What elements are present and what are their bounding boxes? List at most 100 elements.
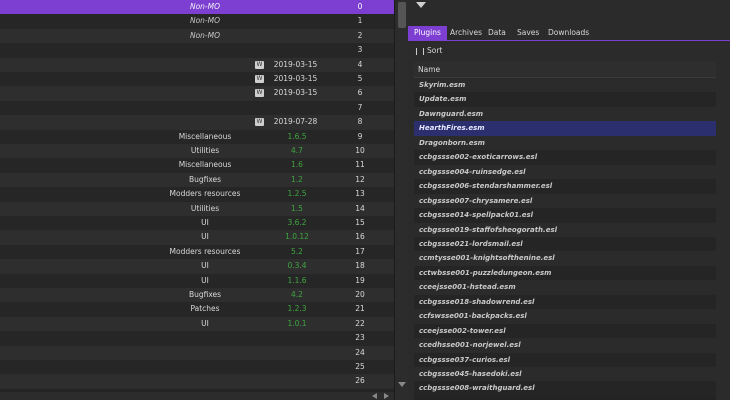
mod-row[interactable]: UI 1.0.1 22 [0, 316, 394, 332]
mod-priority: 14 [355, 203, 365, 213]
mod-row[interactable]: Bugfixes 1.2 12 [0, 172, 394, 188]
plugin-row[interactable]: cceejsse001-hstead.esm [414, 280, 716, 295]
tab-plugins[interactable]: Plugins [408, 26, 447, 40]
plugin-name-column-header[interactable]: Name [414, 62, 716, 78]
mod-priority: 18 [355, 261, 365, 271]
mod-row[interactable]: 25 [0, 360, 394, 375]
mod-row[interactable]: Utilities 1.5 14 [0, 201, 394, 216]
mod-priority: 15 [355, 218, 365, 227]
mod-date: 2019-03-15 [273, 74, 318, 83]
plugin-name: Dragonborn.esm [419, 138, 485, 147]
plugin-name: ccbgssse006-stendarshammer.esl [419, 182, 553, 191]
mod-row[interactable]: 23 [0, 331, 394, 346]
plugin-row[interactable]: Skyrim.esm [414, 78, 716, 93]
mod-category: UI [201, 232, 209, 242]
mod-version: 0.3.4 [287, 261, 307, 271]
mod-list-vertical-scrollbar[interactable] [394, 0, 409, 400]
mod-row[interactable]: W 2019-03-15 4 [0, 57, 394, 72]
mod-priority: 19 [355, 275, 365, 285]
mod-list-horizontal-scrollbar[interactable] [0, 392, 394, 400]
plugin-row[interactable]: cceejsse002-tower.esl [414, 323, 716, 339]
scroll-down-arrow-icon[interactable] [398, 382, 406, 387]
plugin-row[interactable]: ccbgssse021-lordsmail.esl [414, 236, 716, 252]
plugin-header-label: Name [418, 65, 441, 74]
tab-saves[interactable]: Saves [511, 26, 545, 40]
mod-version: 1.0.12 [285, 232, 309, 242]
mod-row[interactable]: Non-MO 2 [0, 28, 394, 44]
mod-row[interactable]: UI 3.6.2 15 [0, 216, 394, 231]
mod-category: Bugfixes [188, 174, 222, 184]
plugin-row[interactable]: ccbgssse014-spellpack01.esl [414, 208, 716, 223]
mod-version: 1.6 [291, 160, 303, 170]
plugin-name: ccbgssse037-curios.esl [419, 355, 511, 364]
plugin-row[interactable]: ccbgssse008-wraithguard.esl [414, 381, 716, 396]
plugin-row[interactable]: ccfswsse001-backpacks.esl [414, 309, 716, 324]
mod-row[interactable]: Patches 1.2.3 21 [0, 302, 394, 317]
mod-row[interactable]: Modders resources 1.2.5 13 [0, 187, 394, 202]
scroll-right-arrow-icon[interactable] [384, 393, 389, 399]
mod-category: Bugfixes [188, 290, 222, 299]
mod-category: Non-MO [189, 30, 221, 40]
plugin-row[interactable]: Dawnguard.esm [414, 106, 716, 122]
plugin-row[interactable]: ccbgssse007-chrysamere.esl [414, 193, 716, 209]
plugin-row[interactable]: ccbgssse002-exoticarrows.esl [414, 150, 716, 165]
plugin-row[interactable]: ccbgssse019-staffofsheogorath.esl [414, 222, 716, 237]
mod-priority: 25 [355, 362, 365, 371]
plugin-row[interactable]: HearthFires.esm [414, 121, 716, 136]
plugin-name: ccbgssse007-chrysamere.esl [419, 196, 533, 205]
mod-priority: 7 [357, 102, 363, 112]
dropdown-arrow-icon[interactable] [416, 2, 426, 8]
plugin-row[interactable]: Update.esm [414, 92, 716, 107]
mod-row[interactable]: Miscellaneous 1.6 11 [0, 158, 394, 173]
mod-priority: 10 [355, 146, 365, 155]
plugin-row[interactable]: ccbgssse006-stendarshammer.esl [414, 179, 716, 194]
mod-date: 2019-03-15 [273, 59, 318, 69]
mod-row[interactable]: Modders resources 5.2 17 [0, 244, 394, 260]
tab-downloads[interactable]: Downloads [542, 26, 595, 40]
mod-version: 3.6.2 [287, 218, 307, 227]
plugin-name: Skyrim.esm [419, 81, 466, 89]
mod-priority: 0 [357, 2, 363, 11]
mod-row[interactable]: 24 [0, 345, 394, 360]
mod-row[interactable]: Non-MO 0 [0, 0, 394, 15]
plugin-row[interactable]: cctwbsse001-puzzledungeon.esm [414, 265, 716, 281]
mod-row[interactable]: 26 [0, 374, 394, 389]
plugin-row[interactable]: ccbgssse018-shadowrend.esl [414, 294, 716, 310]
plugin-row[interactable]: ccmtysse001-knightsofthenine.esl [414, 251, 716, 266]
mod-version: 1.0.1 [287, 318, 307, 328]
scroll-left-arrow-icon[interactable] [372, 393, 377, 399]
mod-category: Modders resources [169, 246, 241, 256]
plugin-name: ccbgssse045-hasedoki.esl [419, 370, 522, 378]
plugin-row[interactable]: ccbgssse045-hasedoki.esl [414, 367, 716, 382]
plugin-name: ccbgssse004-ruinsedge.esl [419, 167, 526, 176]
plugin-list-vertical-scrollbar[interactable] [716, 62, 730, 400]
mod-row[interactable]: UI 1.1.6 19 [0, 273, 394, 288]
plugin-row[interactable]: ccbgssse004-ruinsedge.esl [414, 164, 716, 180]
mod-priority: 5 [357, 74, 363, 83]
mod-row[interactable]: W 2019-03-15 5 [0, 72, 394, 87]
mod-version: 1.2.3 [287, 304, 307, 314]
mod-priority: 16 [355, 232, 365, 242]
plugin-row[interactable]: ccbgssse037-curios.esl [414, 352, 716, 368]
mod-row[interactable]: 7 [0, 100, 394, 116]
mod-row[interactable]: UI 1.0.12 16 [0, 230, 394, 245]
mod-list-scroll-thumb[interactable] [398, 2, 406, 28]
plugin-name: cceejsse001-hstead.esm [419, 283, 516, 292]
sort-button[interactable]: Sort [416, 45, 442, 57]
plugin-row[interactable]: Dragonborn.esm [414, 135, 716, 151]
mod-row[interactable]: UI 0.3.4 18 [0, 259, 394, 274]
tab-data[interactable]: Data [482, 26, 512, 40]
plugin-row[interactable]: ccedhsse001-norjewel.esl [414, 338, 716, 353]
mod-row[interactable]: Bugfixes 4.2 20 [0, 288, 394, 303]
mod-row[interactable]: W 2019-03-15 6 [0, 86, 394, 101]
mod-row[interactable]: Utilities 4.7 10 [0, 144, 394, 159]
mod-row[interactable]: W 2019-07-28 8 [0, 115, 394, 130]
mod-row[interactable]: Miscellaneous 1.6.5 9 [0, 129, 394, 144]
mod-flag-icon: W [255, 60, 264, 69]
mod-version: 1.2.5 [287, 189, 307, 199]
mod-row[interactable]: 3 [0, 43, 394, 58]
plugin-name: Update.esm [419, 95, 467, 104]
mod-priority: 22 [355, 318, 365, 328]
mod-category: UI [201, 261, 209, 271]
mod-row[interactable]: Non-MO 1 [0, 14, 394, 29]
